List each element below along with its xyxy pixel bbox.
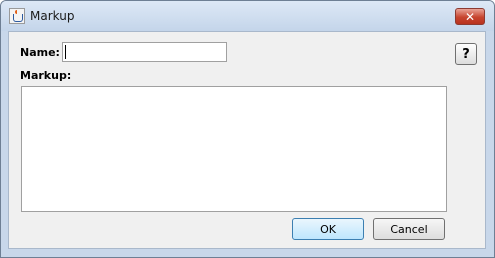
dialog-content: Name: ? Markup: OK Cancel	[8, 31, 486, 249]
cancel-button[interactable]: Cancel	[373, 218, 445, 240]
ok-button[interactable]: OK	[292, 218, 364, 240]
title-bar[interactable]: Markup ✕	[1, 1, 494, 31]
help-button[interactable]: ?	[455, 43, 477, 65]
java-app-icon	[9, 8, 25, 24]
markup-label: Markup:	[20, 69, 72, 82]
markup-dialog: Markup ✕ Name: ? Markup: OK Cancel	[0, 0, 495, 258]
name-input[interactable]	[62, 42, 227, 62]
close-button[interactable]: ✕	[455, 8, 485, 25]
window-title: Markup	[30, 9, 75, 23]
help-icon: ?	[462, 46, 470, 62]
markup-textarea[interactable]	[21, 86, 447, 212]
name-label: Name:	[20, 46, 60, 59]
text-caret	[65, 45, 66, 59]
close-icon: ✕	[464, 9, 476, 24]
